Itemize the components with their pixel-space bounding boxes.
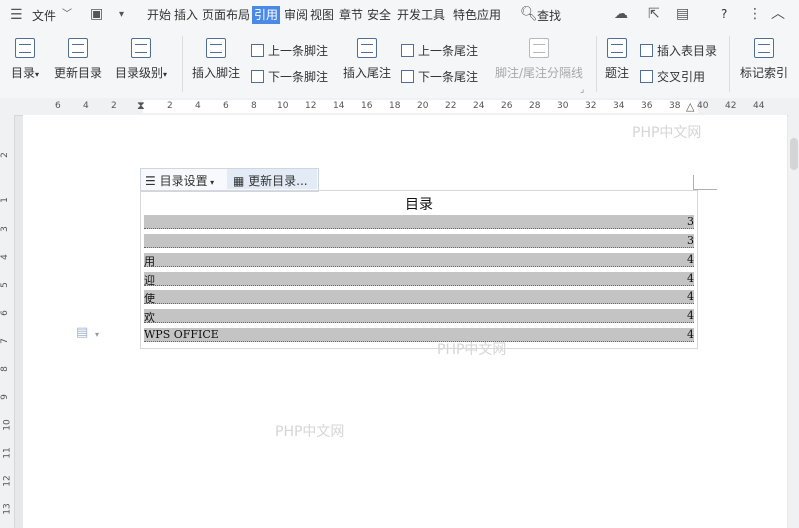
toc-button[interactable]: 目录▾ xyxy=(9,38,41,81)
footnote-separator-icon xyxy=(529,38,549,58)
file-menu[interactable]: 文件 xyxy=(32,7,56,24)
search-icon[interactable]: 🔍︎ xyxy=(520,6,538,22)
toc-level-icon xyxy=(131,38,151,58)
toc-icon xyxy=(15,38,35,58)
hamburger-menu-icon[interactable]: ☰ xyxy=(10,7,23,23)
prev-footnote-button[interactable]: 上一条脚注 xyxy=(251,42,328,59)
quick-access-dropdown-icon[interactable]: ▾ xyxy=(119,7,124,23)
first-line-indent-marker-icon[interactable]: ⧗ xyxy=(137,98,145,114)
toc-settings-icon: ☰ xyxy=(145,174,160,188)
insert-endnote-button[interactable]: 插入尾注 xyxy=(341,38,393,81)
margin-corner-mark xyxy=(693,175,694,189)
search-button[interactable]: 查找 xyxy=(537,7,561,24)
export-icon[interactable]: ▤ xyxy=(676,6,689,22)
horizontal-ruler[interactable]: 6 4 2 2 4 6 8 10 12 14 16 18 20 22 24 26… xyxy=(0,98,799,116)
tab-view[interactable]: 视图 xyxy=(310,6,334,24)
insert-footnote-button[interactable]: 插入脚注 xyxy=(190,38,242,81)
toc-entry[interactable]: WPS OFFICE 4 xyxy=(144,328,694,342)
save-icon[interactable]: ▣ xyxy=(90,6,103,22)
prev-footnote-icon xyxy=(251,44,264,57)
toc-entry[interactable]: 3 xyxy=(144,215,694,229)
tab-home[interactable]: 开始 xyxy=(147,6,171,24)
share-icon[interactable]: ⇱ xyxy=(648,6,660,22)
next-footnote-icon xyxy=(251,70,264,83)
ribbon-separator xyxy=(596,36,597,92)
insert-table-of-figures-button[interactable]: 插入表目录 xyxy=(640,42,717,59)
collapse-ribbon-icon[interactable]: ︿ xyxy=(771,6,785,22)
watermark: PHP中文网 xyxy=(275,424,345,440)
cross-reference-icon xyxy=(640,70,653,83)
update-toc-button[interactable]: 更新目录 xyxy=(52,38,104,81)
toc-entry[interactable]: 欢4 xyxy=(144,309,694,324)
update-toc-icon xyxy=(68,38,88,58)
toc-update-button[interactable]: ▦ 更新目录... xyxy=(233,172,308,189)
toc-settings-button[interactable]: ☰ 目录设置 ▾ xyxy=(145,172,214,189)
next-endnote-button[interactable]: 下一条尾注 xyxy=(401,68,478,85)
mark-index-button[interactable]: 标记索引 xyxy=(737,38,791,81)
insert-footnote-icon xyxy=(206,38,226,58)
ribbon-references: 目录▾ 更新目录 目录级别▾ 插入脚注 上一条脚注 下一条脚注 插入尾注 上一条… xyxy=(0,30,799,99)
toc-entry[interactable]: 用4 xyxy=(144,253,694,268)
chevron-down-icon[interactable]: ▾ xyxy=(95,327,99,343)
next-endnote-icon xyxy=(401,70,414,83)
scrollbar-thumb[interactable] xyxy=(790,138,798,170)
menu-bar: ☰ 文件 ﹀ ▣ ▾ 开始 插入 页面布局 引用 审阅 视图 章节 安全 开发工… xyxy=(0,0,799,30)
footnote-separator-button[interactable]: 脚注/尾注分隔线 xyxy=(493,38,585,81)
ribbon-separator xyxy=(729,36,730,92)
dialog-launcher-icon[interactable]: ⌟ xyxy=(580,82,584,98)
chevron-down-icon[interactable]: ﹀ xyxy=(62,7,72,23)
toc-entry[interactable]: 3 xyxy=(144,234,694,248)
tab-special-apps[interactable]: 特色应用 xyxy=(453,6,501,24)
more-options-icon[interactable]: ⋮ xyxy=(748,6,762,22)
ribbon-separator xyxy=(182,36,183,92)
vertical-scrollbar[interactable] xyxy=(788,115,799,528)
right-indent-marker-icon[interactable]: △ xyxy=(686,99,694,115)
tab-review[interactable]: 审阅 xyxy=(284,6,308,24)
tab-insert[interactable]: 插入 xyxy=(174,6,198,24)
vertical-ruler[interactable]: 2 1 3 4 5 6 7 8 9 10 11 12 13 xyxy=(0,115,15,528)
tab-references[interactable]: 引用 xyxy=(252,6,281,24)
toc-entry[interactable]: 迎4 xyxy=(144,272,694,287)
table-of-contents[interactable]: 目录 3 3 用4 迎4 使4 欢4 WPS OFFICE 4 xyxy=(140,190,698,349)
tab-page-layout[interactable]: 页面布局 xyxy=(202,6,250,24)
tab-security[interactable]: 安全 xyxy=(367,6,391,24)
prev-endnote-icon xyxy=(401,44,414,57)
cross-reference-button[interactable]: 交叉引用 xyxy=(640,68,705,85)
toc-title: 目录 xyxy=(405,197,433,213)
toc-update-icon: ▦ xyxy=(233,174,249,188)
watermark: PHP中文网 xyxy=(632,125,702,141)
paragraph-options-icon[interactable]: ▤ xyxy=(76,325,88,341)
caption-button[interactable]: 题注 xyxy=(603,38,631,81)
prev-endnote-button[interactable]: 上一条尾注 xyxy=(401,42,478,59)
toc-entry[interactable]: 使4 xyxy=(144,290,694,305)
toc-level-button[interactable]: 目录级别▾ xyxy=(112,38,170,81)
cloud-sync-icon[interactable]: ☁ xyxy=(614,6,628,22)
tab-developer[interactable]: 开发工具 xyxy=(397,6,445,24)
next-footnote-button[interactable]: 下一条脚注 xyxy=(251,68,328,85)
tab-section[interactable]: 章节 xyxy=(339,6,363,24)
mark-index-icon xyxy=(754,38,774,58)
table-of-figures-icon xyxy=(640,44,653,57)
help-button[interactable]: ? xyxy=(721,7,727,21)
toc-toolbar: ☰ 目录设置 ▾ ▦ 更新目录... xyxy=(140,168,319,192)
insert-endnote-icon xyxy=(357,38,377,58)
caption-icon xyxy=(607,38,627,58)
